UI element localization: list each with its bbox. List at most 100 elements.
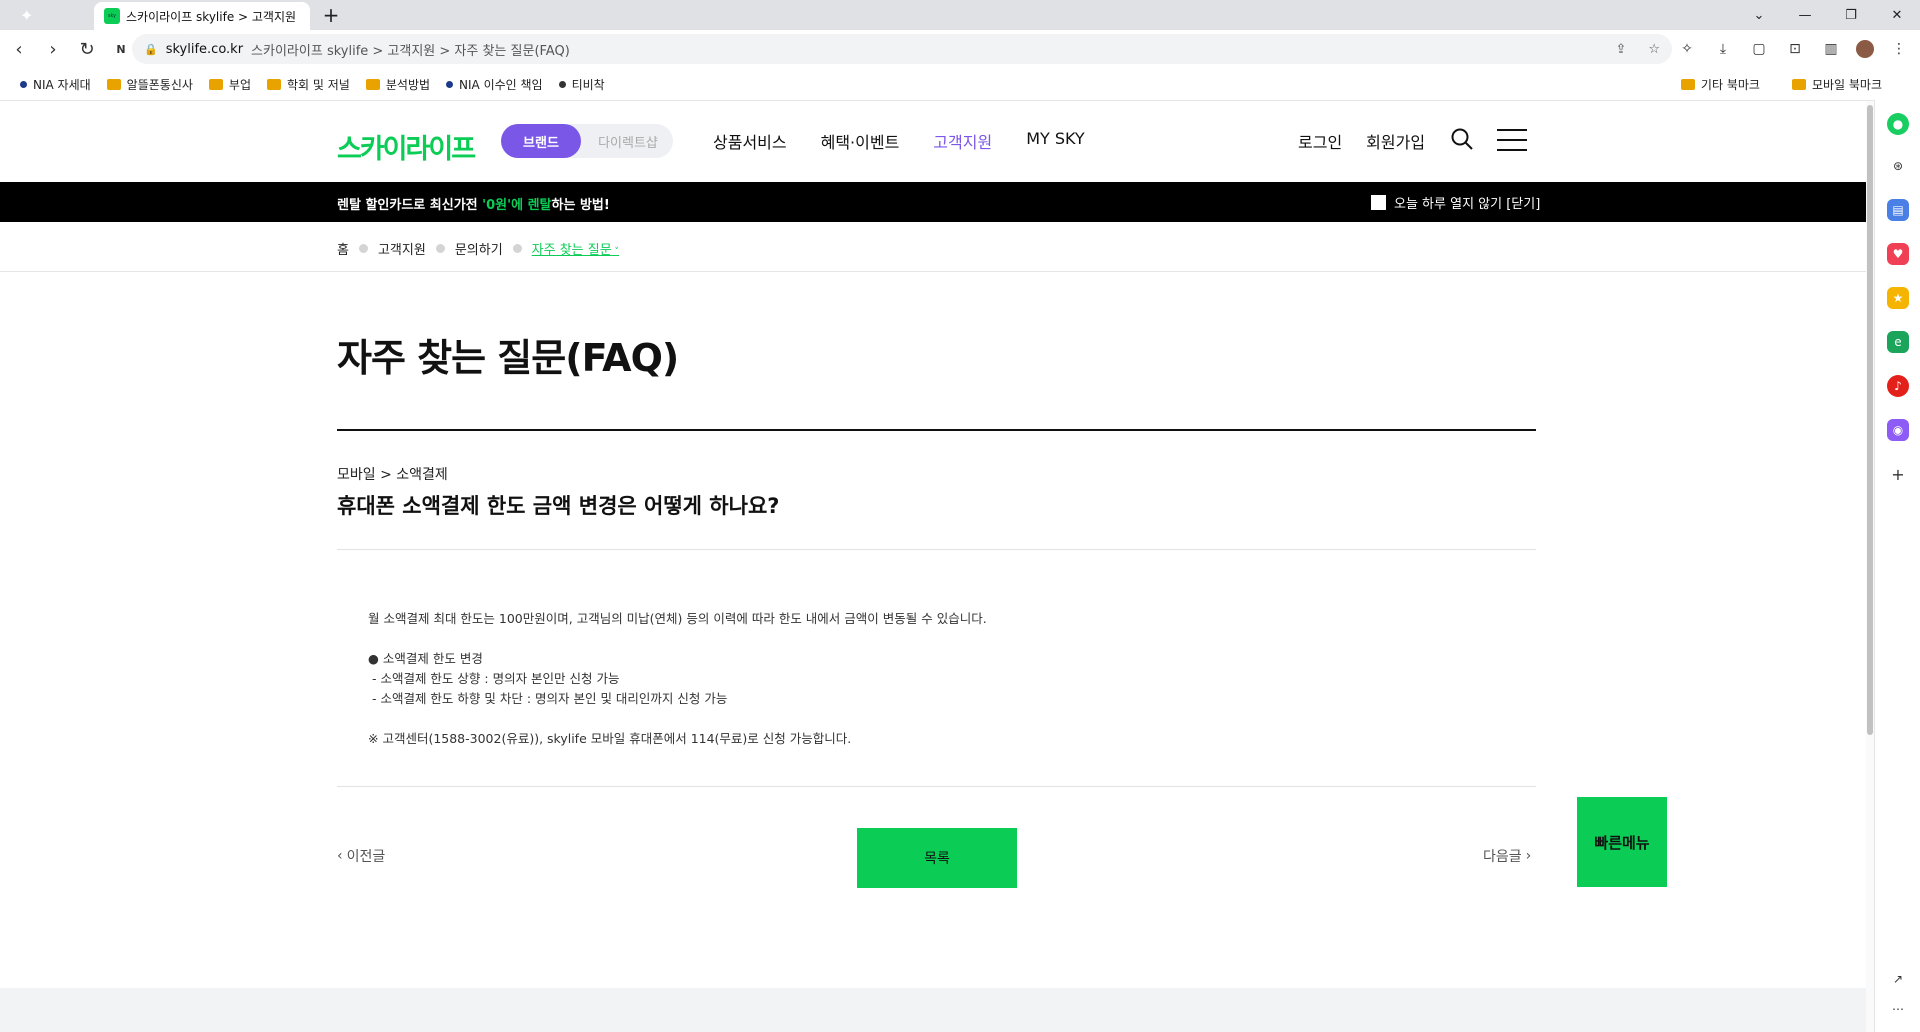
bookmark-item[interactable]: NIA 자세대 bbox=[20, 76, 91, 93]
folder-icon bbox=[267, 78, 282, 90]
breadcrumb-inquiry[interactable]: 문의하기 bbox=[455, 239, 503, 258]
banner-close-text: 오늘 하루 열지 않기 [닫기] bbox=[1394, 197, 1541, 212]
url-path: 스카이라이프 skylife > 고객지원 > 자주 찾는 질문(FAQ) bbox=[251, 43, 570, 59]
tab-search-icon[interactable]: ⌄ bbox=[1736, 0, 1782, 30]
bird-icon: ✦ bbox=[20, 5, 34, 25]
nav-mysky[interactable]: MY SKY bbox=[1026, 129, 1085, 153]
extensions-icon[interactable]: ✧ bbox=[1676, 38, 1698, 60]
banner-close[interactable]: 오늘 하루 열지 않기 [닫기] bbox=[1371, 193, 1540, 212]
url-domain: skylife.co.kr bbox=[165, 41, 244, 57]
answer-line: ● 소액결제 한도 변경 bbox=[368, 651, 483, 666]
breadcrumb-support[interactable]: 고객지원 bbox=[378, 239, 426, 258]
bookmark-dot-icon bbox=[446, 80, 454, 88]
music-icon[interactable]: ♪ bbox=[1887, 375, 1909, 397]
bookmarks-bar: NIA 자세대 알뜰폰통신사 부업 학회 및 저널 분석방법 NIA 이수인 책… bbox=[0, 70, 1920, 98]
more-menu-icon[interactable]: ⋮ bbox=[1888, 38, 1910, 60]
close-icon[interactable]: ✕ bbox=[1874, 0, 1920, 30]
next-post-link[interactable]: 다음글 › bbox=[1483, 846, 1531, 866]
external-link-icon[interactable]: ↗ bbox=[1887, 968, 1909, 990]
page-title: 자주 찾는 질문(FAQ) bbox=[337, 336, 679, 380]
login-link[interactable]: 로그인 bbox=[1298, 129, 1342, 153]
capture-icon[interactable]: ▢ bbox=[1748, 38, 1770, 60]
site-footer bbox=[0, 988, 1874, 1032]
site-favicon-icon: sky bbox=[104, 8, 120, 24]
side-panel-icon[interactable]: ▥ bbox=[1820, 38, 1842, 60]
browser-tab[interactable]: sky 스카이라이프 skylife > 고객지원 bbox=[94, 2, 310, 30]
chevron-left-icon: ‹ bbox=[337, 848, 343, 864]
profile-avatar[interactable] bbox=[1856, 40, 1874, 58]
brand-toggle: 브랜드 다이렉트샵 bbox=[501, 124, 673, 158]
banner-text[interactable]: 렌탈 할인카드로 최신가전 '0원'에 렌탈하는 방법! bbox=[337, 194, 610, 213]
address-bar[interactable]: 🔒 skylife.co.kr 스카이라이프 skylife > 고객지원 > … bbox=[132, 34, 1672, 64]
bookmark-folder[interactable]: 분석방법 bbox=[365, 76, 430, 93]
reload-icon[interactable]: ↻ bbox=[72, 34, 102, 64]
nav-events[interactable]: 혜택·이벤트 bbox=[821, 129, 900, 153]
share-icon[interactable]: ⇪ bbox=[1615, 42, 1626, 57]
bookmark-star-icon[interactable]: ☆ bbox=[1648, 42, 1660, 57]
nav-support[interactable]: 고객지원 bbox=[933, 129, 992, 153]
bookmark-dot-icon bbox=[558, 80, 566, 88]
answer-line bbox=[368, 709, 987, 729]
answer-line: ※ 고객센터(1588-3002(유료)), skylife 모바일 휴대폰에서… bbox=[368, 731, 852, 746]
calendar-icon[interactable]: ▤ bbox=[1887, 199, 1909, 221]
toggle-direct-shop[interactable]: 다이렉트샵 bbox=[587, 124, 669, 158]
bookmarks-right: 기타 북마크 모바일 북마크 bbox=[1680, 70, 1898, 98]
main-nav: 상품서비스 혜택·이벤트 고객지원 MY SKY bbox=[713, 129, 1085, 153]
faq-answer: 월 소액결제 최대 한도는 100만원이며, 고객님의 미납(연체) 등의 이력… bbox=[368, 609, 987, 749]
other-bookmarks[interactable]: 기타 북마크 bbox=[1680, 76, 1760, 93]
site-logo[interactable]: 스카이라이프 bbox=[337, 127, 476, 166]
search-icon[interactable] bbox=[1450, 127, 1474, 151]
pocket-icon[interactable]: ♥ bbox=[1887, 243, 1909, 265]
minimize-icon[interactable]: — bbox=[1782, 0, 1828, 30]
breadcrumb-home[interactable]: 홈 bbox=[337, 239, 349, 258]
back-icon[interactable]: ‹ bbox=[4, 34, 34, 64]
tab-bar: ✦ sky 스카이라이프 skylife > 고객지원 + ⌄ — ❐ ✕ bbox=[0, 0, 1920, 30]
bookmark-folder[interactable]: 알뜰폰통신사 bbox=[106, 76, 193, 93]
download-icon[interactable]: ⤓ bbox=[1712, 38, 1734, 60]
bulb-icon[interactable]: ◉ bbox=[1887, 419, 1909, 441]
dont-show-checkbox[interactable] bbox=[1371, 195, 1386, 210]
signup-link[interactable]: 회원가입 bbox=[1366, 129, 1425, 153]
util-links: 로그인 회원가입 bbox=[1298, 129, 1425, 153]
toolbar-actions: ✧ ⤓ ▢ ⊡ ▥ ⋮ bbox=[1676, 34, 1910, 64]
title-divider bbox=[337, 429, 1536, 431]
promo-banner: 렌탈 할인카드로 최신가전 '0원'에 렌탈하는 방법! 오늘 하루 열지 않기… bbox=[0, 182, 1874, 222]
star-icon[interactable]: ★ bbox=[1887, 287, 1909, 309]
lock-icon: 🔒 bbox=[144, 42, 158, 56]
restore-icon[interactable]: ❐ bbox=[1828, 0, 1874, 30]
more-icon[interactable]: ⋯ bbox=[1887, 998, 1909, 1020]
answer-line: 월 소액결제 최대 한도는 100만원이며, 고객님의 미납(연체) 등의 이력… bbox=[368, 611, 987, 626]
breadcrumb: 홈 고객지원 문의하기 자주 찾는 질문 ˅ bbox=[0, 222, 1874, 272]
hamburger-menu-icon[interactable] bbox=[1497, 129, 1527, 151]
folder-icon bbox=[1791, 78, 1806, 90]
green-circle-icon[interactable]: ● bbox=[1887, 113, 1909, 135]
answer-line: - 소액결제 한도 상향 : 명의자 본인만 신청 가능 bbox=[368, 671, 620, 686]
bookmark-item[interactable]: NIA 이수인 책임 bbox=[446, 76, 543, 93]
bookmark-folder[interactable]: 부업 bbox=[208, 76, 251, 93]
list-button[interactable]: 목록 bbox=[857, 828, 1017, 888]
breadcrumb-separator bbox=[358, 244, 368, 253]
forward-icon[interactable]: › bbox=[38, 34, 68, 64]
prev-post-link[interactable]: ‹ 이전글 bbox=[337, 846, 385, 866]
nav-products[interactable]: 상품서비스 bbox=[713, 129, 787, 153]
browser-toolbar: ‹ › ↻ N 🔒 skylife.co.kr 스카이라이프 skylife >… bbox=[0, 30, 1920, 68]
scroll-thumb[interactable] bbox=[1867, 105, 1873, 735]
answer-line: - 소액결제 한도 하향 및 차단 : 명의자 본인 및 대리인까지 신청 가능 bbox=[368, 691, 728, 706]
answer-divider bbox=[337, 786, 1536, 787]
tab-decoration: ✦ bbox=[0, 0, 92, 30]
screenshot-icon[interactable]: ⊡ bbox=[1784, 38, 1806, 60]
bookmark-item[interactable]: 티비착 bbox=[558, 76, 605, 93]
question-divider bbox=[337, 549, 1536, 550]
edge-icon[interactable]: e bbox=[1887, 331, 1909, 353]
openai-icon[interactable]: ⊛ bbox=[1887, 155, 1909, 177]
new-tab-button[interactable]: + bbox=[318, 2, 344, 28]
page-scrollbar[interactable] bbox=[1866, 101, 1874, 1032]
bookmark-folder[interactable]: 학회 및 저널 bbox=[267, 76, 350, 93]
faq-category: 모바일 > 소액결제 bbox=[337, 467, 448, 483]
quick-menu-button[interactable]: 빠른메뉴 bbox=[1577, 797, 1667, 887]
web-page: 스카이라이프 브랜드 다이렉트샵 상품서비스 혜택·이벤트 고객지원 MY SK… bbox=[0, 101, 1874, 1032]
toggle-brand[interactable]: 브랜드 bbox=[501, 124, 581, 158]
mobile-bookmarks[interactable]: 모바일 북마크 bbox=[1791, 76, 1882, 93]
breadcrumb-current[interactable]: 자주 찾는 질문 ˅ bbox=[532, 239, 619, 258]
add-icon[interactable]: + bbox=[1887, 463, 1909, 485]
